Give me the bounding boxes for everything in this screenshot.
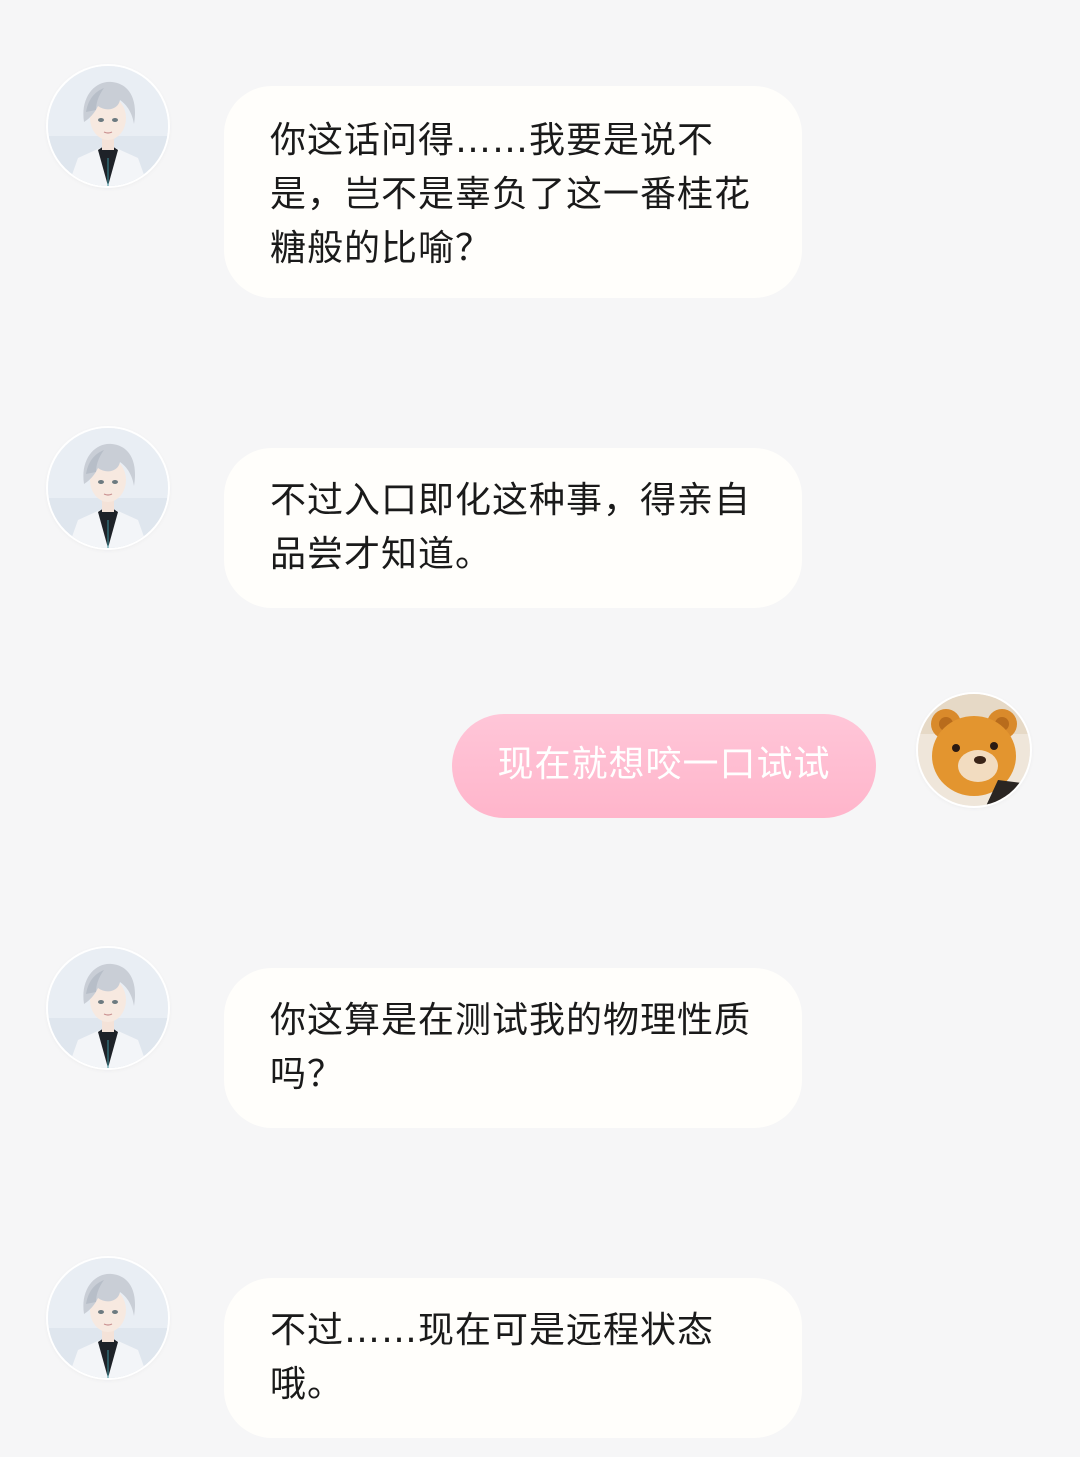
teddy-bear-icon xyxy=(918,694,1030,806)
message-text: 你这话问得……我要是说不 xyxy=(270,120,715,161)
message-text: 你这算是在测试我的物理性质 xyxy=(270,1000,752,1041)
message-bubble-character[interactable]: 你这算是在测试我的物理性质 吗？ xyxy=(224,968,802,1128)
message-text: 不过……现在可是远程状态 xyxy=(270,1310,715,1351)
character-portrait-icon xyxy=(48,948,168,1068)
message-bubble-character[interactable]: 不过入口即化这种事，得亲自 品尝才知道。 xyxy=(224,448,802,608)
message-bubble-user[interactable]: 现在就想咬一口试试 xyxy=(452,714,876,818)
message-text: 哦。 xyxy=(270,1364,345,1405)
message-text: 吗？ xyxy=(270,1054,345,1095)
message-text: 是，岂不是辜负了这一番桂花 xyxy=(270,174,752,215)
message-text: 不过入口即化这种事，得亲自 xyxy=(270,480,752,521)
message-bubble-character[interactable]: 不过……现在可是远程状态 哦。 xyxy=(224,1278,802,1438)
message-bubble-character[interactable]: 你这话问得……我要是说不 是，岂不是辜负了这一番桂花 糖般的比喻？ xyxy=(224,86,802,298)
character-avatar[interactable] xyxy=(48,1258,168,1378)
character-portrait-icon xyxy=(48,1258,168,1378)
user-avatar[interactable] xyxy=(918,694,1030,806)
character-avatar[interactable] xyxy=(48,428,168,548)
message-text: 品尝才知道。 xyxy=(270,534,493,575)
character-portrait-icon xyxy=(48,428,168,548)
chat-thread[interactable]: 你这话问得……我要是说不 是，岂不是辜负了这一番桂花 糖般的比喻？ 不过入口即化… xyxy=(0,0,1080,1457)
message-text: 现在就想咬一口试试 xyxy=(497,744,831,785)
character-avatar[interactable] xyxy=(48,948,168,1068)
message-text: 糖般的比喻？ xyxy=(270,228,493,269)
character-portrait-icon xyxy=(48,66,168,186)
character-avatar[interactable] xyxy=(48,66,168,186)
